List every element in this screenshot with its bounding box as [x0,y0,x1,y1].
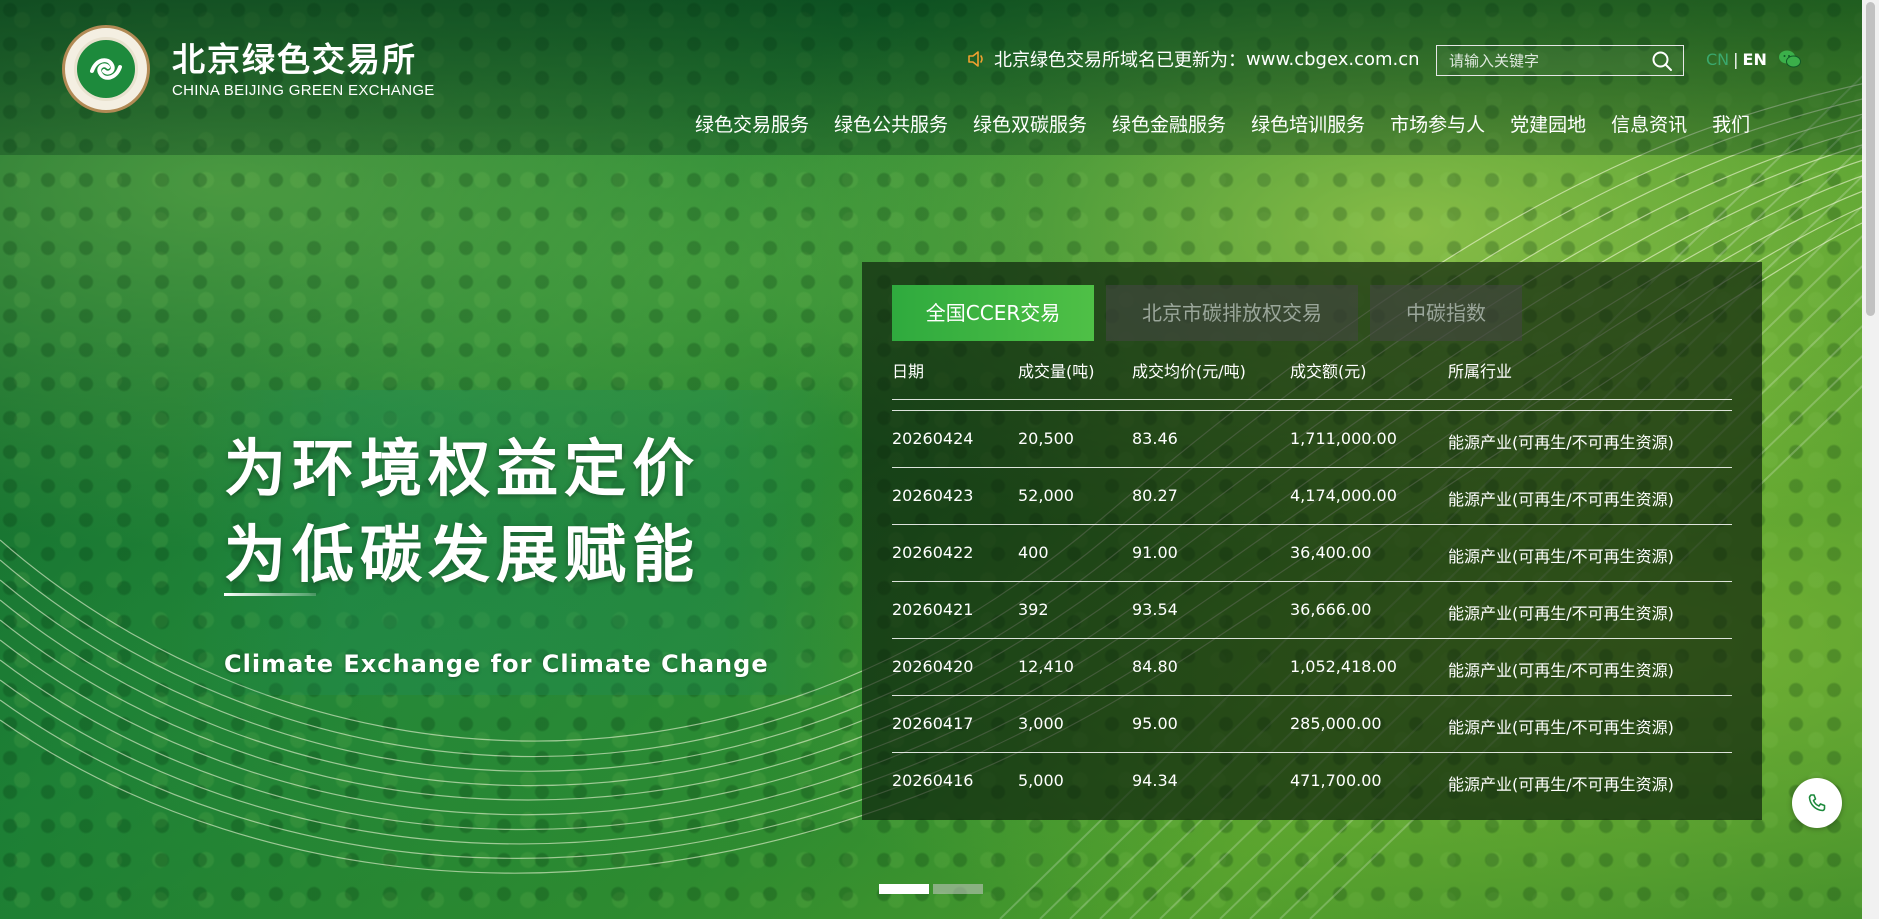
domain-notice[interactable]: 北京绿色交易所域名已更新为： www.cbgex.com.cn [966,46,1420,72]
nav-item-green-trading[interactable]: 绿色交易服务 [695,110,809,137]
cell-industry: 能源产业(可再生/不可再生资源) [1448,775,1674,794]
main-nav: 绿色交易服务 绿色公共服务 绿色双碳服务 绿色金融服务 绿色培训服务 市场参与人… [695,110,1750,137]
lang-cn[interactable]: CN [1706,50,1729,69]
cell-avg-price: 95.00 [1132,714,1178,733]
nav-item-green-dual-carbon[interactable]: 绿色双碳服务 [973,110,1087,137]
tab-ccer[interactable]: 全国CCER交易 [892,285,1094,341]
slogan-english: Climate Exchange for Climate Change [224,650,769,678]
column-header-volume: 成交量(吨) [1018,362,1095,381]
cell-avg-price: 83.46 [1132,429,1178,448]
carousel-dot-1[interactable] [879,884,929,894]
cell-amount: 4,174,000.00 [1290,486,1397,505]
nav-item-news[interactable]: 信息资讯 [1611,110,1687,137]
table-row[interactable]: 20260422 400 91.00 36,400.00 能源产业(可再生/不可… [892,524,1732,581]
cell-amount: 1,711,000.00 [1290,429,1397,448]
cell-volume: 400 [1018,543,1049,562]
nav-item-green-public[interactable]: 绿色公共服务 [834,110,948,137]
wechat-icon[interactable] [1778,48,1802,70]
nav-item-green-training[interactable]: 绿色培训服务 [1251,110,1365,137]
logo-emblem-icon [62,25,150,113]
column-header-avg-price: 成交均价(元/吨) [1132,362,1246,381]
cell-volume: 52,000 [1018,486,1074,505]
lang-separator: | [1733,50,1739,69]
cell-volume: 3,000 [1018,714,1064,733]
notice-domain[interactable]: www.cbgex.com.cn [1246,49,1420,70]
cell-industry: 能源产业(可再生/不可再生资源) [1448,661,1674,680]
cell-industry: 能源产业(可再生/不可再生资源) [1448,547,1674,566]
trading-panel: 全国CCER交易 北京市碳排放权交易 中碳指数 日期 成交量(吨) 成交均价(元… [862,262,1762,820]
table-row[interactable]: 20260424 20,500 83.46 1,711,000.00 能源产业(… [892,410,1732,467]
page: 北京绿色交易所 CHINA BEIJING GREEN EXCHANGE 北京绿… [0,0,1879,919]
cell-industry: 能源产业(可再生/不可再生资源) [1448,604,1674,623]
tab-carbon-index[interactable]: 中碳指数 [1370,285,1522,341]
speaker-icon [968,51,983,67]
logo[interactable]: 北京绿色交易所 CHINA BEIJING GREEN EXCHANGE [62,25,435,113]
search-input[interactable] [1437,46,1642,75]
cell-volume: 392 [1018,600,1049,619]
table-row[interactable]: 20260420 12,410 84.80 1,052,418.00 能源产业(… [892,638,1732,695]
cell-date: 20260424 [892,429,974,448]
cell-avg-price: 91.00 [1132,543,1178,562]
cell-date: 20260417 [892,714,974,733]
scrollbar-thumb[interactable] [1866,2,1875,316]
table-header: 日期 成交量(吨) 成交均价(元/吨) 成交额(元) 所属行业 [892,358,1732,400]
carousel-dot-2[interactable] [933,884,983,894]
search-icon[interactable] [1651,50,1673,72]
column-header-industry: 所属行业 [1448,362,1513,381]
cell-amount: 1,052,418.00 [1290,657,1397,676]
cell-avg-price: 93.54 [1132,600,1178,619]
cell-date: 20260423 [892,486,974,505]
trading-tabs: 全国CCER交易 北京市碳排放权交易 中碳指数 [892,285,1534,341]
cell-date: 20260420 [892,657,974,676]
page-scrollbar[interactable] [1862,0,1879,919]
nav-item-party-building[interactable]: 党建园地 [1510,110,1586,137]
phone-contact-button[interactable] [1792,778,1842,828]
slogan-line-2: 为低碳发展赋能 [224,518,701,591]
slogan-line-1: 为环境权益定价 [224,432,701,505]
nav-item-about-us[interactable]: 我们 [1712,110,1750,137]
search-box [1436,45,1684,76]
cell-amount: 471,700.00 [1290,771,1382,790]
cell-amount: 36,666.00 [1290,600,1372,619]
cell-date: 20260422 [892,543,974,562]
cell-amount: 285,000.00 [1290,714,1382,733]
cell-avg-price: 80.27 [1132,486,1178,505]
cell-amount: 36,400.00 [1290,543,1372,562]
logo-title: 北京绿色交易所 [172,39,417,79]
cell-industry: 能源产业(可再生/不可再生资源) [1448,718,1674,737]
cell-volume: 5,000 [1018,771,1064,790]
table-row[interactable]: 20260423 52,000 80.27 4,174,000.00 能源产业(… [892,467,1732,524]
cell-industry: 能源产业(可再生/不可再生资源) [1448,433,1674,452]
slogan-divider [224,593,316,596]
table-row[interactable]: 20260416 5,000 94.34 471,700.00 能源产业(可再生… [892,752,1732,809]
table-row[interactable]: 20260417 3,000 95.00 285,000.00 能源产业(可再生… [892,695,1732,752]
cell-avg-price: 84.80 [1132,657,1178,676]
logo-subtitle: CHINA BEIJING GREEN EXCHANGE [172,81,435,99]
tab-beijing-carbon[interactable]: 北京市碳排放权交易 [1106,285,1358,341]
column-header-amount: 成交额(元) [1290,362,1367,381]
cell-volume: 12,410 [1018,657,1074,676]
cell-date: 20260416 [892,771,974,790]
cell-industry: 能源产业(可再生/不可再生资源) [1448,490,1674,509]
nav-item-green-finance[interactable]: 绿色金融服务 [1112,110,1226,137]
language-switch: CN | EN [1706,50,1767,69]
header: 北京绿色交易所 CHINA BEIJING GREEN EXCHANGE 北京绿… [0,0,1879,155]
lang-en[interactable]: EN [1743,50,1767,69]
notice-text: 北京绿色交易所域名已更新为： [994,50,1246,71]
trading-table-body: 20260424 20,500 83.46 1,711,000.00 能源产业(… [892,410,1732,809]
carousel-indicators [879,884,987,894]
cell-volume: 20,500 [1018,429,1074,448]
column-header-date: 日期 [892,362,925,381]
table-row[interactable]: 20260421 392 93.54 36,666.00 能源产业(可再生/不可… [892,581,1732,638]
cell-date: 20260421 [892,600,974,619]
phone-icon [1808,794,1826,812]
cell-avg-price: 94.34 [1132,771,1178,790]
nav-item-market-participants[interactable]: 市场参与人 [1390,110,1485,137]
